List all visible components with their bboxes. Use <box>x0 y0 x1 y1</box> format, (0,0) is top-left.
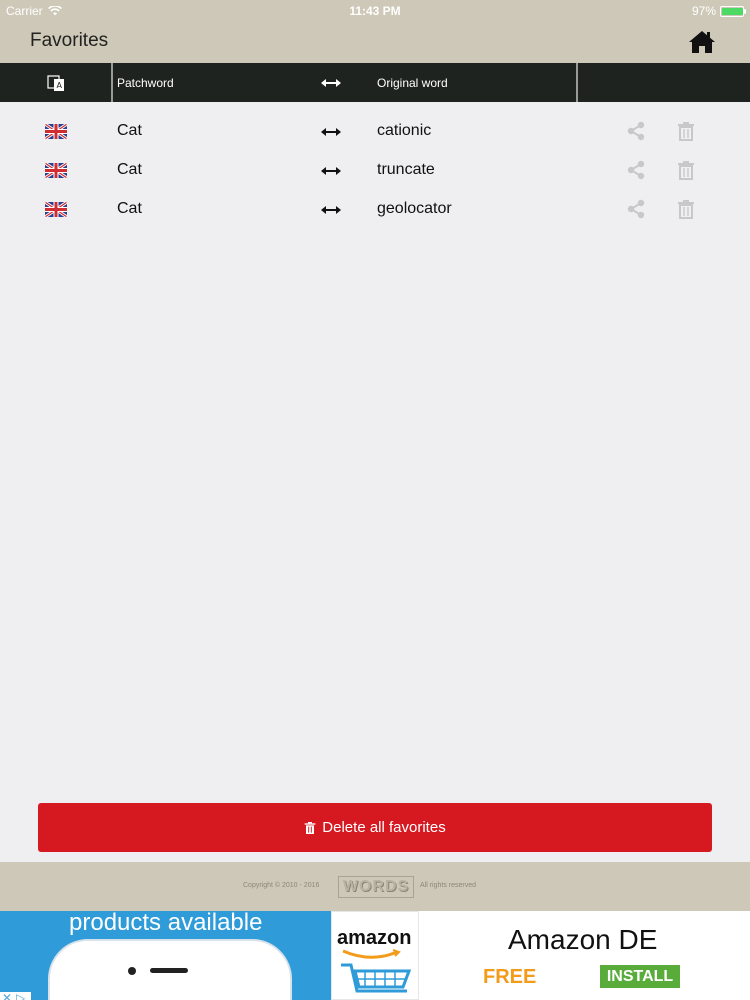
column-divider <box>576 63 578 102</box>
original-word: truncate <box>377 161 435 178</box>
double-arrow-icon <box>321 167 341 175</box>
status-bar: Carrier 11:43 PM 97% <box>0 0 750 22</box>
ad-title: Amazon DE <box>508 924 658 955</box>
list-item[interactable]: Cat geolocator <box>0 190 750 229</box>
list-item[interactable]: Cat truncate <box>0 151 750 190</box>
words-logo: WORDS <box>338 876 414 898</box>
original-word: cationic <box>377 122 432 139</box>
ad-close-button[interactable]: ✕ ▷ <box>0 991 31 1000</box>
table-header: A Patchword Original word <box>0 63 750 102</box>
patchword: Cat <box>117 161 142 178</box>
battery-group: 97% <box>691 4 746 18</box>
shopping-cart-icon <box>341 963 411 993</box>
ad-headline: products available <box>69 911 263 936</box>
double-arrow-icon <box>321 206 341 214</box>
ad-image: products available <box>0 911 331 1000</box>
header-original-word: Original word <box>377 76 448 90</box>
delete-all-label: Delete all favorites <box>322 819 446 836</box>
amazon-brand: amazon <box>337 927 412 949</box>
clock: 11:43 PM <box>349 4 401 18</box>
header-patchword: Patchword <box>117 76 174 90</box>
uk-flag-icon <box>45 163 67 178</box>
share-icon[interactable] <box>626 160 646 180</box>
rights-text: All rights reserved <box>420 882 477 889</box>
close-icon: ✕ <box>2 991 13 1000</box>
battery-icon <box>720 5 746 17</box>
trash-icon[interactable] <box>677 160 695 180</box>
navigation-bar: Favorites <box>0 22 750 63</box>
ad-banner[interactable]: products available amazon Amazon DE FREE… <box>0 911 750 1000</box>
footer: Copyright © 2010 - 2016 WORDS All rights… <box>0 862 750 911</box>
trash-icon[interactable] <box>677 199 695 219</box>
copyright-text: Copyright © 2010 - 2016 <box>243 882 320 889</box>
uk-flag-icon <box>45 202 67 217</box>
patchword: Cat <box>117 200 142 217</box>
share-icon[interactable] <box>626 121 646 141</box>
delete-all-favorites-button[interactable]: Delete all favorites <box>38 803 712 852</box>
patchword: Cat <box>117 122 142 139</box>
home-button[interactable] <box>688 29 716 55</box>
trash-icon <box>304 821 316 834</box>
home-icon <box>689 31 715 53</box>
amazon-smile-icon <box>342 949 401 959</box>
ad-free-label: FREE <box>483 966 537 988</box>
translate-icon[interactable]: A <box>47 74 65 92</box>
ad-choices-icon: ▷ <box>16 991 26 1000</box>
battery-percent: 97% <box>691 4 716 18</box>
phone-illustration <box>48 939 292 1000</box>
original-word: geolocator <box>377 200 452 217</box>
svg-text:A: A <box>57 81 63 90</box>
column-divider <box>111 63 113 102</box>
amazon-logo: amazon <box>331 911 419 1000</box>
double-arrow-icon <box>321 79 341 87</box>
share-icon[interactable] <box>626 199 646 219</box>
uk-flag-icon <box>45 124 67 139</box>
list-item[interactable]: Cat cationic <box>0 112 750 151</box>
page-title: Favorites <box>30 30 109 51</box>
double-arrow-icon <box>321 128 341 136</box>
ad-install-button[interactable]: INSTALL <box>600 965 680 988</box>
trash-icon[interactable] <box>677 121 695 141</box>
